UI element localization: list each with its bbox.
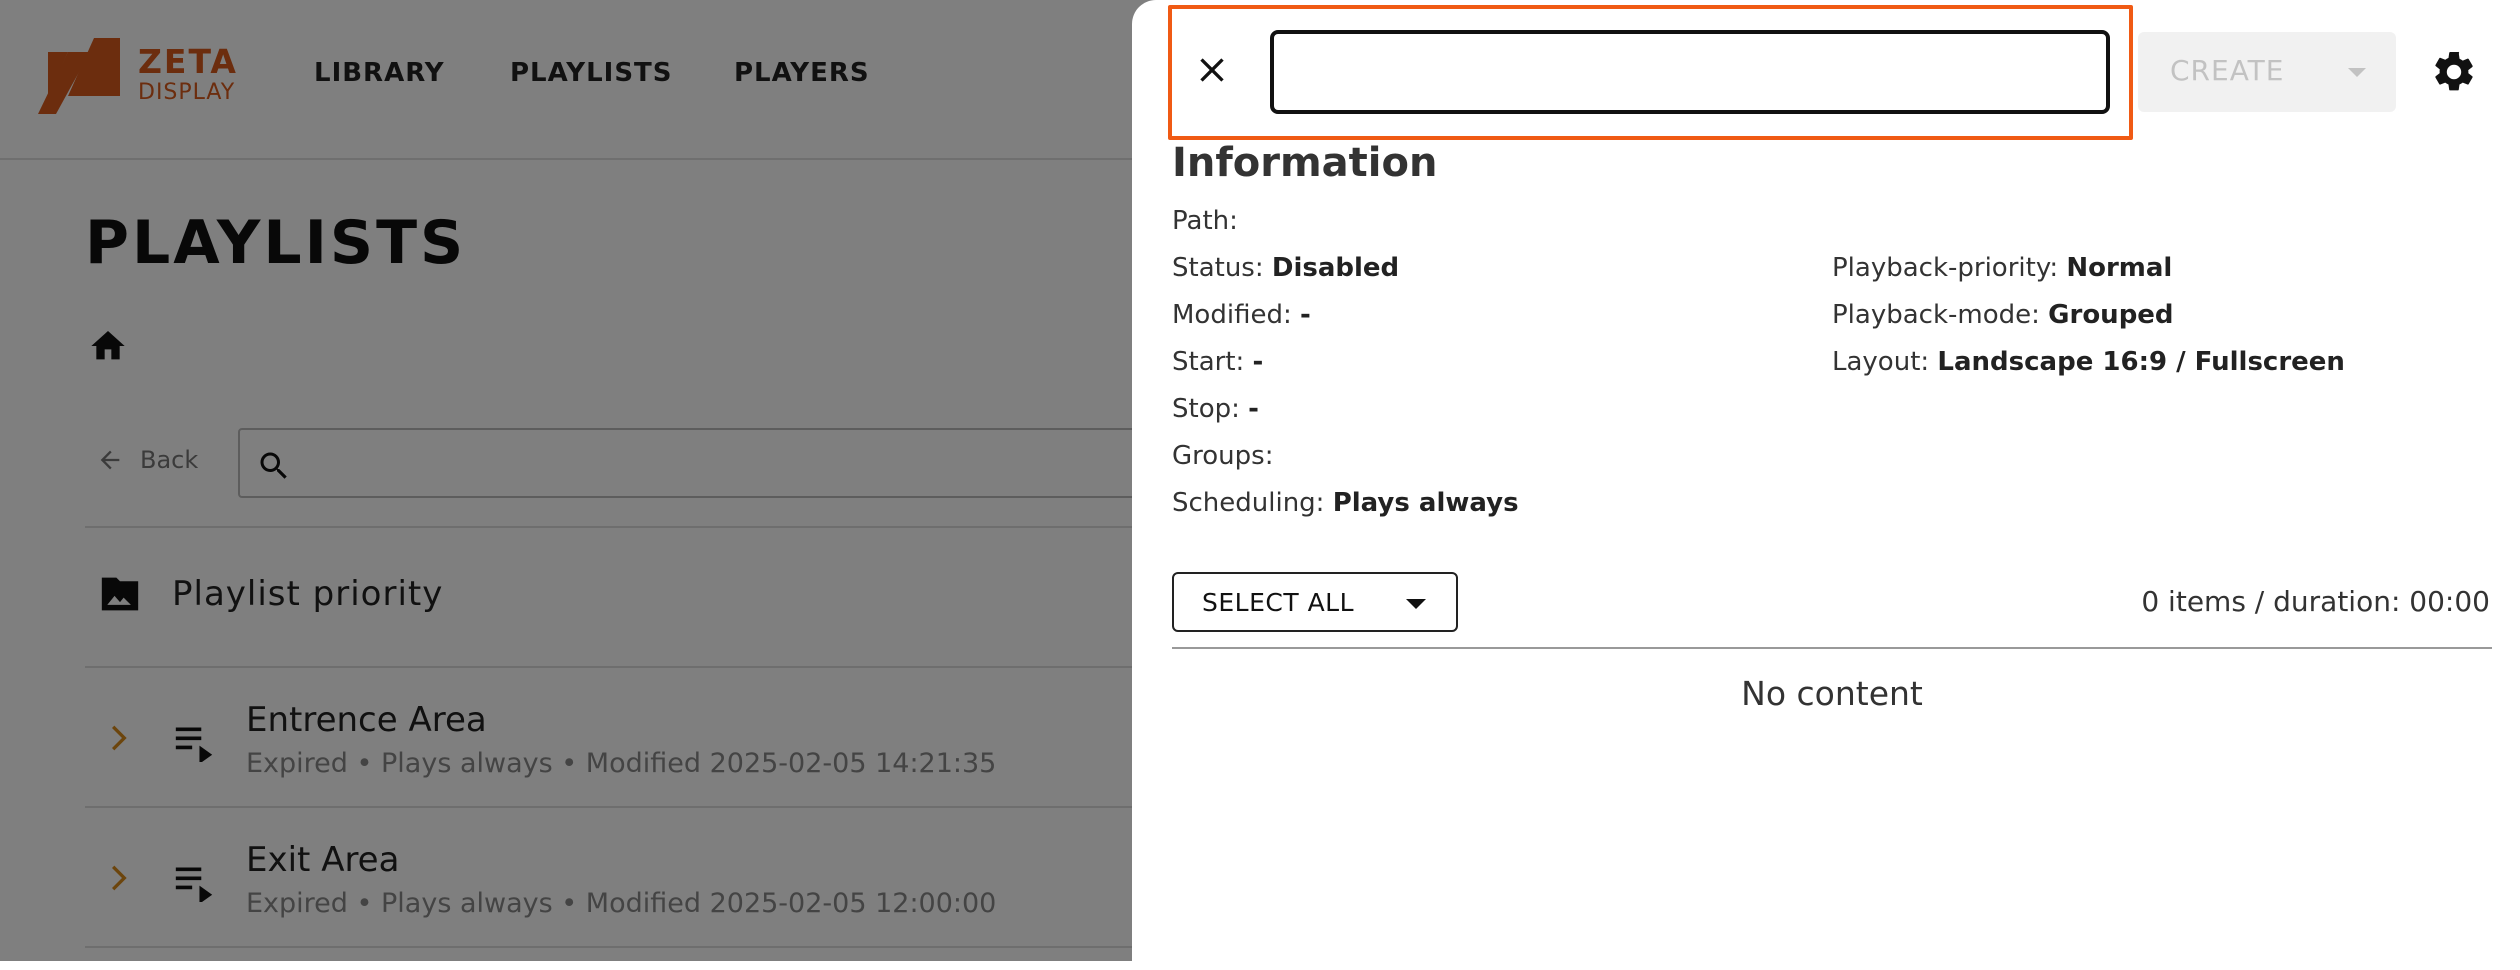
select-all-dropdown[interactable]: SELECT ALL bbox=[1172, 572, 1458, 632]
info-scheduling-value: Plays always bbox=[1332, 488, 1519, 518]
info-start-label: Start: bbox=[1172, 347, 1245, 377]
info-status-value: Disabled bbox=[1271, 253, 1400, 283]
info-groups: Groups: bbox=[1172, 441, 1273, 471]
info-status: Status: Disabled bbox=[1172, 253, 1399, 283]
info-playback-mode: Playback-mode: Grouped bbox=[1832, 300, 2174, 330]
select-all-label: SELECT ALL bbox=[1202, 588, 1355, 617]
info-stop-label: Stop: bbox=[1172, 394, 1240, 424]
caret-down-icon bbox=[2348, 68, 2366, 77]
info-scheduling: Scheduling: Plays always bbox=[1172, 488, 1519, 518]
items-duration-summary: 0 items / duration: 00:00 bbox=[2141, 585, 2490, 618]
create-label: CREATE bbox=[2170, 54, 2285, 87]
info-scheduling-label: Scheduling: bbox=[1172, 488, 1325, 518]
info-layout-label: Layout: bbox=[1832, 347, 1930, 377]
info-playback-priority-label: Playback-priority: bbox=[1832, 253, 2059, 283]
info-layout-value: Landscape 16:9 / Fullscreen bbox=[1937, 347, 2345, 377]
info-stop-value: - bbox=[1248, 394, 1259, 424]
info-start-value: - bbox=[1252, 347, 1264, 377]
gear-icon[interactable] bbox=[2430, 48, 2478, 96]
empty-state-text: No content bbox=[1741, 674, 1923, 713]
info-playback-priority-value: Normal bbox=[2066, 253, 2173, 283]
focus-highlight bbox=[1168, 5, 2133, 140]
info-stop: Stop: - bbox=[1172, 394, 1259, 424]
information-heading: Information bbox=[1172, 140, 1438, 186]
info-groups-label: Groups: bbox=[1172, 441, 1274, 471]
info-modified-label: Modified: bbox=[1172, 300, 1292, 330]
info-status-label: Status: bbox=[1172, 253, 1264, 283]
info-path: Path: bbox=[1172, 206, 1238, 236]
info-path-label: Path: bbox=[1172, 206, 1238, 236]
info-modified-value: - bbox=[1299, 300, 1311, 330]
caret-down-icon bbox=[1406, 599, 1426, 609]
create-playlist-drawer: CREATE Information Path: Status: Disable… bbox=[1132, 0, 2520, 961]
info-playback-mode-value: Grouped bbox=[2048, 300, 2174, 330]
info-playback-mode-label: Playback-mode: bbox=[1832, 300, 2040, 330]
info-modified: Modified: - bbox=[1172, 300, 1311, 330]
info-playback-priority: Playback-priority: Normal bbox=[1832, 253, 2172, 283]
content-divider bbox=[1172, 647, 2492, 649]
create-button[interactable]: CREATE bbox=[2138, 32, 2396, 112]
info-layout: Layout: Landscape 16:9 / Fullscreen bbox=[1832, 347, 2345, 377]
info-start: Start: - bbox=[1172, 347, 1263, 377]
